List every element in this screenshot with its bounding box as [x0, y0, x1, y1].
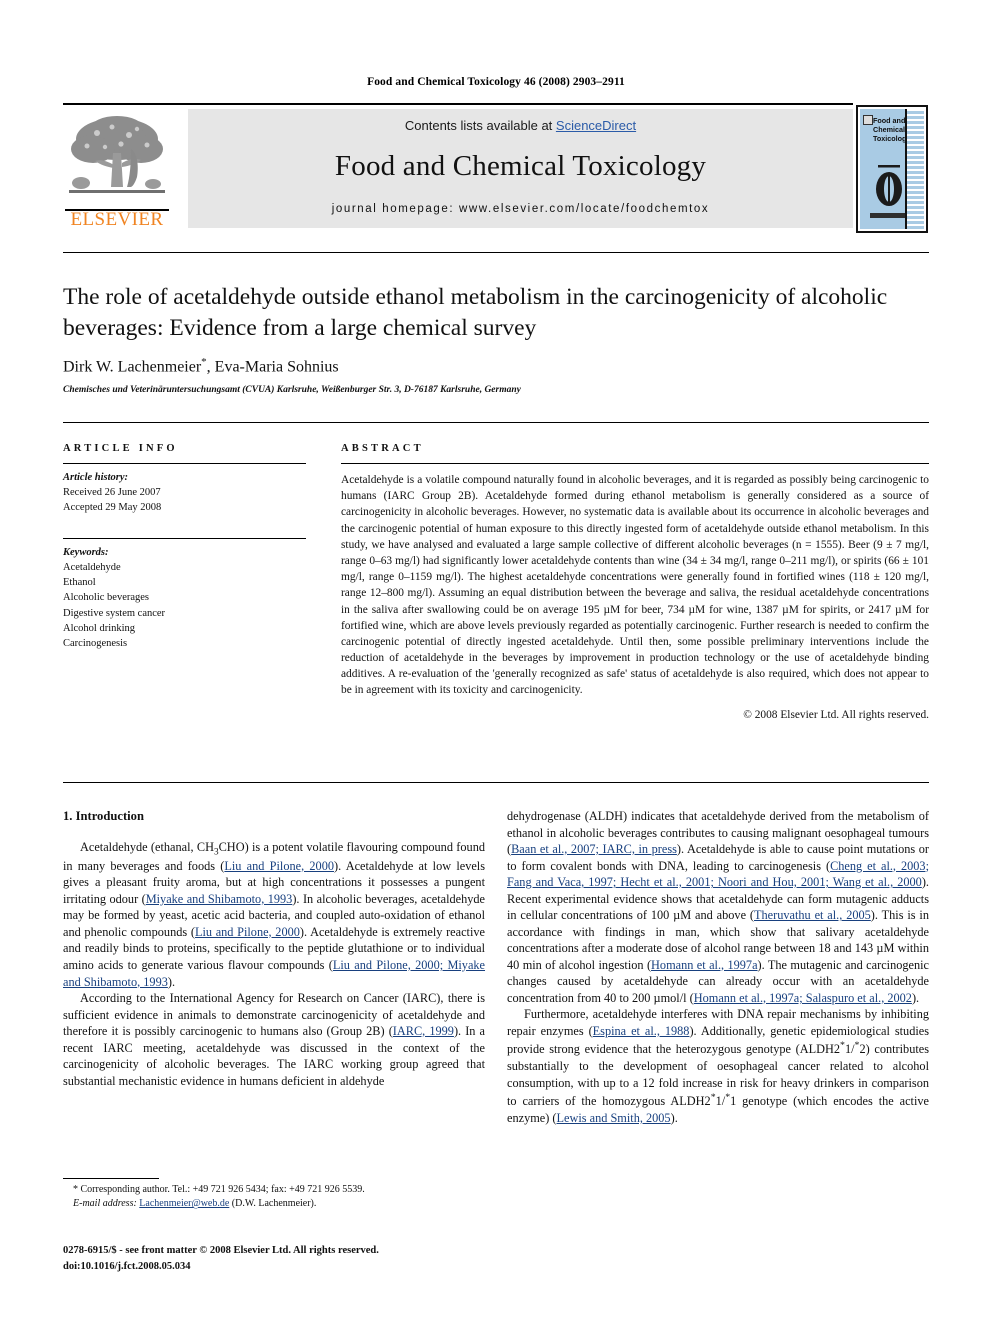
cover-emblem-icon [876, 165, 902, 206]
abstract-rule [341, 463, 929, 464]
article-history-label: Article history: [63, 472, 129, 483]
text-run: 1/ [715, 1094, 726, 1109]
text-run: ). [670, 1110, 678, 1125]
abstract-heading: ABSTRACT [341, 443, 424, 454]
citation-link[interactable]: Espina et al., 1988 [593, 1024, 690, 1038]
journal-masthead: ELSEVIER Contents lists available at Sci… [63, 103, 929, 233]
footnote-block: * Corresponding author. Tel.: +49 721 92… [63, 1183, 485, 1211]
elsevier-logo: ELSEVIER [63, 109, 171, 233]
corresponding-author-text: Corresponding author. Tel.: +49 721 926 … [80, 1184, 365, 1195]
body-right-paragraphs: dehydrogenase (ALDH) indicates that acet… [507, 808, 929, 1126]
abstract-separator-rule [63, 782, 929, 783]
footnote-marker: * [73, 1184, 78, 1195]
email-link[interactable]: Lachenmeier@web.de [139, 1198, 229, 1209]
affiliation: Chemisches und Veterinäruntersuchungsamt… [63, 385, 521, 395]
email-label: E-mail address: [73, 1198, 137, 1210]
body-paragraph: Acetaldehyde (ethanal, CH3CHO) is a pote… [63, 839, 485, 990]
body-paragraph: Furthermore, acetaldehyde interferes wit… [507, 1006, 929, 1126]
keyword-item[interactable]: Digestive system cancer [63, 606, 306, 621]
journal-banner: Contents lists available at ScienceDirec… [188, 109, 853, 228]
contents-available-line: Contents lists available at ScienceDirec… [188, 118, 853, 133]
citation-link[interactable]: Homann et al., 1997a; Salaspuro et al., … [694, 991, 912, 1005]
author-list: Dirk W. Lachenmeier*, Eva-Maria Sohnius [63, 356, 943, 376]
doi-line[interactable]: doi:10.1016/j.fct.2008.05.034 [63, 1259, 503, 1275]
body-column-right: dehydrogenase (ALDH) indicates that acet… [507, 808, 929, 1126]
email-note: E-mail address: Lachenmeier@web.de (D.W.… [63, 1197, 485, 1211]
text-run: 1/ [844, 1042, 855, 1057]
sciencedirect-link[interactable]: ScienceDirect [556, 118, 636, 133]
keywords-label: Keywords: [63, 546, 109, 558]
page-title: The role of acetaldehyde outside ethanol… [63, 284, 888, 341]
issn-doi-block: 0278-6915/$ - see front matter © 2008 El… [63, 1243, 503, 1275]
text-run: Acetaldehyde (ethanal, CH [80, 839, 214, 854]
abstract-column: ABSTRACT Acetaldehyde is a volatile comp… [341, 443, 929, 721]
article-received-date: Received 26 June 2007 [63, 487, 161, 499]
issn-line: 0278-6915/$ - see front matter © 2008 El… [63, 1245, 379, 1256]
citation-link[interactable]: Miyake and Shibamoto, 1993 [146, 892, 293, 906]
keyword-item[interactable]: Alcohol drinking [63, 621, 306, 636]
cover-corner-mark-icon [863, 115, 873, 125]
journal-homepage-line[interactable]: journal homepage: www.elsevier.com/locat… [188, 203, 853, 215]
article-info-column: ARTICLE INFO Article history: Received 2… [63, 443, 306, 651]
info-separator-rule [63, 422, 929, 423]
keyword-item[interactable]: Ethanol [63, 575, 306, 590]
citation-link[interactable]: IARC, 1999 [393, 1024, 454, 1038]
citation-link[interactable]: Lewis and Smith, 2005 [557, 1111, 671, 1125]
body-paragraph: dehydrogenase (ALDH) indicates that acet… [507, 808, 929, 1006]
article-accepted-date: Accepted 29 May 2008 [63, 502, 162, 514]
body-left-paragraphs: Acetaldehyde (ethanal, CH3CHO) is a pote… [63, 839, 485, 1089]
elsevier-underline [65, 209, 169, 211]
author-secondary: , Eva-Maria Sohnius [206, 358, 339, 376]
journal-cover-thumbnail: Food and Chemical Toxicology [856, 105, 928, 233]
corresponding-author-note: * Corresponding author. Tel.: +49 721 92… [63, 1183, 485, 1197]
cover-footer-band [870, 213, 908, 218]
cover-background: Food and Chemical Toxicology [860, 109, 924, 229]
article-info-heading: ARTICLE INFO [63, 443, 178, 454]
contents-prefix: Contents lists available at [404, 118, 556, 133]
citation-link[interactable]: Liu and Pilone, 2000 [224, 859, 334, 873]
footnote-rule [63, 1178, 159, 1179]
title-separator-rule [63, 252, 929, 253]
abstract-copyright: © 2008 Elsevier Ltd. All rights reserved… [743, 708, 929, 721]
keyword-item[interactable]: Carcinogenesis [63, 636, 306, 651]
keywords-block: Keywords: Acetaldehyde Ethanol Alcoholic… [63, 545, 306, 652]
cover-stripes [905, 109, 924, 229]
email-owner: (D.W. Lachenmeier). [229, 1198, 317, 1210]
text-run: ). [911, 990, 920, 1005]
journal-title: Food and Chemical Toxicology [334, 150, 707, 182]
keyword-item[interactable]: Acetaldehyde [63, 560, 306, 575]
section-heading-introduction: 1. Introduction [63, 809, 144, 823]
citation-link[interactable]: Homann et al., 1997a [651, 958, 758, 972]
elsevier-tree-icon [69, 116, 165, 193]
article-info-rule [63, 463, 306, 464]
body-column-left: 1. Introduction Acetaldehyde (ethanal, C… [63, 808, 485, 1089]
citation-link[interactable]: Liu and Pilone, 2000 [195, 925, 300, 939]
running-head: Food and Chemical Toxicology 46 (2008) 2… [367, 76, 625, 88]
article-first-page: Food and Chemical Toxicology 46 (2008) 2… [0, 0, 992, 1323]
citation-link[interactable]: Baan et al., 2007; IARC, in press [511, 842, 677, 856]
keyword-item[interactable]: Alcoholic beverages [63, 590, 306, 605]
author-primary: Dirk W. Lachenmeier [63, 358, 202, 376]
body-paragraph: According to the International Agency fo… [63, 990, 485, 1089]
text-run: ). [167, 974, 176, 989]
masthead-top-rule [63, 103, 853, 105]
keywords-rule [63, 537, 306, 539]
citation-link[interactable]: Theruvathu et al., 2005 [754, 908, 871, 922]
article-history-block: Article history: Received 26 June 2007 A… [63, 470, 306, 516]
elsevier-wordmark: ELSEVIER [70, 209, 164, 230]
abstract-text: Acetaldehyde is a volatile compound natu… [341, 474, 929, 697]
